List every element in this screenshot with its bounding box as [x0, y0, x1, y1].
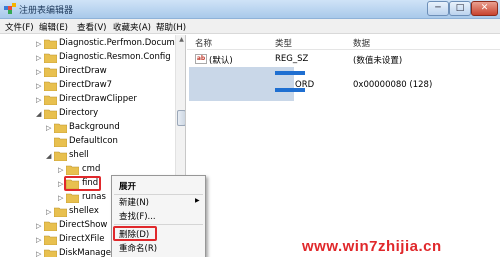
header-divider	[187, 49, 500, 50]
expand-icon[interactable]: ▷	[58, 166, 63, 174]
tree-item-label: shellex	[69, 206, 99, 216]
menu-bar: 文件(F) 编辑(E) 查看(V) 收藏夹(A) 帮助(H)	[0, 19, 500, 34]
menu-item-label: 重命名(R)	[119, 244, 158, 254]
expand-icon[interactable]: ▷	[36, 40, 41, 48]
title-bar: 注册表编辑器 ─ □ ✕	[0, 0, 500, 19]
tree-item[interactable]: ▷ DirectDrawClipper	[0, 93, 175, 107]
expand-icon[interactable]: ▷	[58, 180, 63, 188]
tree-item-label: DefaultIcon	[69, 136, 118, 146]
context-menu: 展开 新建(N) ▶ 查找(F)... 删除(D) 重命名(R)	[111, 175, 206, 257]
folder-icon	[44, 221, 57, 231]
watermark: www.win7zhijia.cn	[302, 238, 442, 255]
tree-item-label: DirectXFile	[59, 234, 105, 244]
value-type: REG_SZ	[275, 54, 309, 64]
collapse-icon[interactable]: ◢	[46, 152, 51, 160]
menu-help[interactable]: 帮助(H)	[156, 21, 186, 33]
window-title: 注册表编辑器	[19, 6, 74, 16]
registry-editor-icon	[4, 3, 16, 14]
expand-icon[interactable]: ▷	[46, 124, 51, 132]
menu-item-find[interactable]: 查找(F)...	[112, 209, 205, 223]
menu-item-label: 展开	[119, 182, 137, 192]
tree-item[interactable]: ▷ DirectDraw7	[0, 79, 175, 93]
expand-icon[interactable]: ▷	[58, 194, 63, 202]
collapse-icon[interactable]: ◢	[36, 110, 41, 118]
folder-icon	[66, 165, 79, 175]
menu-item-expand[interactable]: 展开	[112, 179, 205, 193]
expand-icon[interactable]: ▷	[36, 222, 41, 230]
menu-item-label: 新建(N)	[119, 198, 149, 208]
tree-item-label: Diagnostic.Perfmon.Document	[59, 38, 186, 48]
values-pane: 名称 类型 数据 ab (默认) REG_SZ (数值未设置) ORD 0x00…	[187, 35, 500, 257]
tree-item-label: DirectDraw	[59, 66, 107, 76]
tree-item[interactable]: DefaultIcon	[0, 135, 175, 149]
submenu-arrow-icon: ▶	[195, 197, 200, 204]
maximize-button[interactable]: □	[449, 1, 471, 16]
menu-file[interactable]: 文件(F)	[5, 21, 34, 33]
scroll-thumb[interactable]	[177, 110, 185, 126]
folder-icon	[66, 193, 79, 203]
tree-item-label: DirectDrawClipper	[59, 94, 137, 104]
value-data: 0x00000080 (128)	[353, 80, 433, 90]
menu-favorites[interactable]: 收藏夹(A)	[113, 21, 151, 33]
folder-icon	[44, 81, 57, 91]
value-type: ORD	[295, 80, 315, 90]
expand-icon[interactable]: ▷	[36, 236, 41, 244]
close-button[interactable]: ✕	[471, 1, 498, 16]
folder-icon	[44, 67, 57, 77]
folder-icon	[44, 235, 57, 245]
column-header-type[interactable]: 类型	[275, 37, 292, 49]
delete-highlight-box	[113, 226, 157, 241]
expand-icon[interactable]: ▷	[36, 250, 41, 257]
folder-icon	[44, 39, 57, 49]
menu-item-label: 查找(F)...	[119, 212, 156, 222]
tree-item-label: DirectShow	[59, 220, 108, 230]
tree-item[interactable]: ▷ Diagnostic.Perfmon.Document	[0, 37, 185, 51]
folder-icon	[44, 53, 57, 63]
expand-icon[interactable]: ▷	[36, 68, 41, 76]
expand-icon[interactable]: ▷	[36, 54, 41, 62]
menu-item-new[interactable]: 新建(N) ▶	[112, 195, 205, 209]
tree-item[interactable]: ◢ Directory	[0, 107, 175, 121]
tree-item[interactable]: ▷ DirectDraw	[0, 65, 175, 79]
folder-open-icon	[54, 151, 67, 161]
tree-item-label: DirectDraw7	[59, 80, 113, 90]
folder-open-icon	[44, 109, 57, 119]
value-data: (数值未设置)	[353, 56, 403, 66]
find-highlight-box	[64, 176, 101, 191]
menu-item-rename[interactable]: 重命名(R)	[112, 241, 205, 255]
tree-item[interactable]: ▷ Background	[0, 121, 175, 135]
tree-item-label: Diagnostic.Resmon.Config	[59, 52, 171, 62]
tree-item-label: Background	[69, 122, 120, 132]
scroll-up-arrow-icon[interactable]: ▲	[176, 36, 185, 46]
folder-icon	[54, 207, 67, 217]
folder-icon	[54, 123, 67, 133]
blurred-strip	[275, 71, 305, 75]
tree-item-label: Directory	[59, 108, 99, 118]
column-header-data[interactable]: 数据	[353, 37, 370, 49]
tree-item[interactable]: ◢ shell	[0, 149, 175, 163]
string-value-icon: ab	[195, 54, 207, 64]
expand-icon[interactable]: ▷	[36, 96, 41, 104]
value-name[interactable]: (默认)	[209, 54, 233, 66]
menu-edit[interactable]: 编辑(E)	[39, 21, 68, 33]
column-header-name[interactable]: 名称	[195, 37, 212, 49]
menu-view[interactable]: 查看(V)	[77, 21, 106, 33]
tree-item-label: runas	[82, 192, 106, 202]
tree-item-label: shell	[69, 150, 89, 160]
minimize-button[interactable]: ─	[427, 1, 449, 16]
expand-icon[interactable]: ▷	[36, 82, 41, 90]
folder-icon	[44, 249, 57, 257]
expand-icon[interactable]: ▷	[46, 208, 51, 216]
tree-item[interactable]: ▷ Diagnostic.Resmon.Config	[0, 51, 175, 65]
tree-item-label: cmd	[82, 164, 101, 174]
folder-icon	[54, 137, 67, 147]
folder-icon	[44, 95, 57, 105]
menu-separator	[114, 224, 203, 225]
